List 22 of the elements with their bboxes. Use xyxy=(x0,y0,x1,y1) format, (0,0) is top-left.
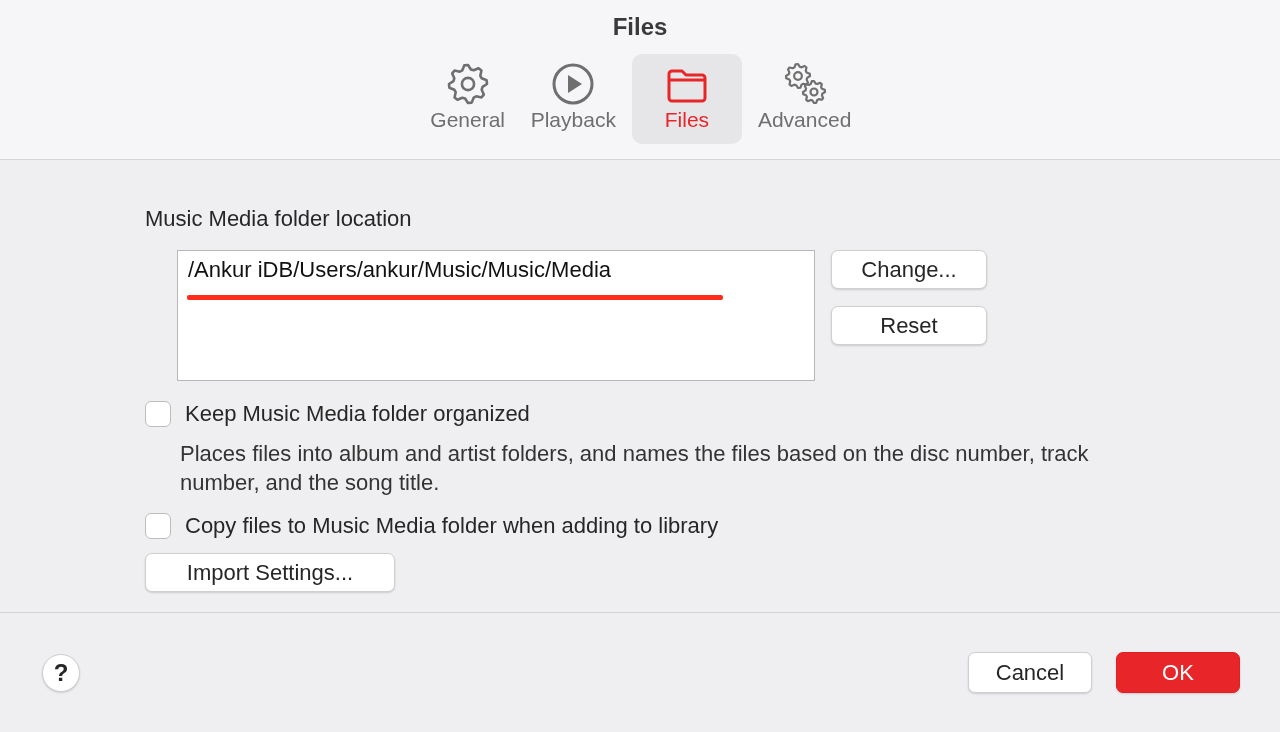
checkbox-label: Copy files to Music Media folder when adding to library xyxy=(185,512,719,540)
cancel-button[interactable]: Cancel xyxy=(968,652,1092,693)
tab[interactable]: General xyxy=(420,54,515,144)
reset-button[interactable]: Reset xyxy=(831,306,987,345)
play-icon xyxy=(551,62,596,106)
change-button[interactable]: Change... xyxy=(831,250,987,289)
gears-icon xyxy=(782,62,827,106)
import-settings-button[interactable]: Import Settings... xyxy=(145,553,395,592)
path-text: /Ankur iDB/Users/ankur/Music/Music/Media xyxy=(188,256,612,284)
section-label: Music Media folder location xyxy=(145,206,413,232)
tab[interactable]: Advanced xyxy=(749,54,860,144)
ok-button[interactable]: OK xyxy=(1116,652,1240,693)
help-button[interactable]: ? xyxy=(42,653,80,692)
path-field[interactable]: /Ankur iDB/Users/ankur/Music/Music/Media xyxy=(177,250,815,381)
window-title: Files xyxy=(612,12,668,42)
gear-icon xyxy=(445,62,490,106)
checkbox[interactable] xyxy=(145,401,171,427)
checkbox[interactable] xyxy=(145,513,171,539)
option-description: Places files into album and artist folders, and names the files based on the disc number, track number, and the song title. xyxy=(180,440,1090,497)
checkbox-label: Keep Music Media folder organized xyxy=(185,400,530,428)
tab[interactable]: Files xyxy=(631,54,742,144)
tab[interactable]: Playback xyxy=(522,54,624,144)
